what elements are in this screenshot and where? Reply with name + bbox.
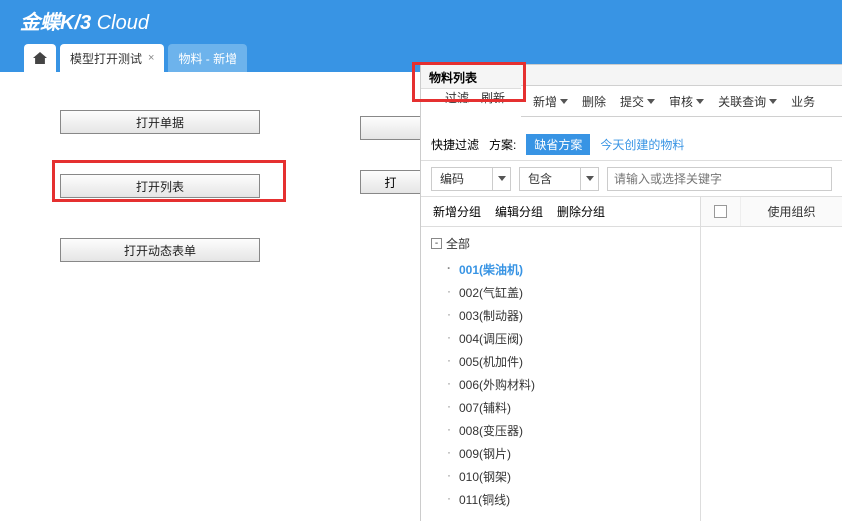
tree-item[interactable]: 010(钢架) <box>431 465 690 488</box>
toolbar-label: 新增 <box>533 93 557 110</box>
home-icon <box>33 52 47 64</box>
combo-value: 包含 <box>520 170 580 187</box>
open-list-button[interactable]: 打开列表 <box>60 174 260 198</box>
tree-item[interactable]: 004(调压阀) <box>431 327 690 350</box>
tab-label: 物料 - 新增 <box>178 50 237 67</box>
tree-root-label: 全部 <box>446 235 470 252</box>
toolbar-label: 关联查询 <box>718 93 766 110</box>
popup-toolbar: 新增 删除 提交 审核 关联查询 业务 <box>521 85 842 117</box>
toolbar-label: 提交 <box>620 93 644 110</box>
tree-header: 新增分组 编辑分组 删除分组 <box>421 197 700 227</box>
col-use-org[interactable]: 使用组织 <box>741 203 842 220</box>
chevron-down-icon <box>647 99 655 104</box>
edit-group[interactable]: 编辑分组 <box>495 203 543 220</box>
tab-material-new[interactable]: 物料 - 新增 <box>168 44 247 72</box>
search-bar: 编码 包含 <box>421 161 842 197</box>
chevron-down-icon[interactable] <box>492 168 510 190</box>
tree-root[interactable]: - 全部 <box>431 235 690 252</box>
search-input[interactable] <box>607 167 832 191</box>
collapse-icon[interactable]: - <box>431 238 442 249</box>
chevron-down-icon <box>769 99 777 104</box>
quick-filter-label: 快捷过滤 <box>431 136 479 153</box>
popup-body: 新增分组 编辑分组 删除分组 - 全部 001(柴油机)002(气缸盖)003(… <box>421 197 842 521</box>
grid-pane: 使用组织 <box>701 197 842 521</box>
open-bill-button[interactable]: 打开单据 <box>60 110 260 134</box>
field-combo[interactable]: 编码 <box>431 167 511 191</box>
partial-button-1[interactable] <box>360 116 420 140</box>
refresh-link[interactable]: 刷新 <box>481 89 505 109</box>
toolbar-new[interactable]: 新增 <box>529 93 572 110</box>
chevron-down-icon <box>696 99 704 104</box>
tree-item[interactable]: 009(钢片) <box>431 442 690 465</box>
tree-item[interactable]: 005(机加件) <box>431 350 690 373</box>
material-list-popup: 物料列表 过滤 刷新 新增 删除 提交 审核 关联查询 业务 快捷过滤 方案: … <box>420 64 842 521</box>
combo-value: 编码 <box>432 170 492 187</box>
tree-item[interactable]: 011(铜线) <box>431 488 690 511</box>
tree-item[interactable]: 002(气缸盖) <box>431 281 690 304</box>
scheme-today-link[interactable]: 今天创建的物料 <box>600 136 684 153</box>
app-logo: 金蝶K/3 Cloud <box>20 6 149 35</box>
toolbar-audit[interactable]: 审核 <box>665 93 708 110</box>
close-icon[interactable]: × <box>148 52 154 64</box>
filter-link[interactable]: 过滤 <box>445 89 469 109</box>
group-tree: - 全部 001(柴油机)002(气缸盖)003(制动器)004(调压阀)005… <box>421 227 700 519</box>
logo-brand: 金蝶K/3 <box>20 12 91 34</box>
checkbox-icon <box>714 205 727 218</box>
left-button-pane: 打开单据 打开列表 打开动态表单 <box>60 110 260 302</box>
add-group[interactable]: 新增分组 <box>433 203 481 220</box>
operator-combo[interactable]: 包含 <box>519 167 599 191</box>
scheme-default-tag[interactable]: 缺省方案 <box>526 134 590 155</box>
open-dynamic-form-button[interactable]: 打开动态表单 <box>60 238 260 262</box>
chevron-down-icon[interactable] <box>580 168 598 190</box>
app-header: 金蝶K/3 Cloud <box>0 0 842 40</box>
grid-header: 使用组织 <box>701 197 842 227</box>
tree-pane: 新增分组 编辑分组 删除分组 - 全部 001(柴油机)002(气缸盖)003(… <box>421 197 701 521</box>
tree-item[interactable]: 003(制动器) <box>431 304 690 327</box>
partial-button-2[interactable]: 打 <box>360 170 420 194</box>
logo-suffix: Cloud <box>97 12 149 34</box>
tree-item[interactable]: 007(辅料) <box>431 396 690 419</box>
toolbar-submit[interactable]: 提交 <box>616 93 659 110</box>
select-all-cell[interactable] <box>701 197 741 226</box>
tab-label: 模型打开测试 <box>70 50 142 67</box>
delete-group[interactable]: 删除分组 <box>557 203 605 220</box>
toolbar-label: 审核 <box>669 93 693 110</box>
toolbar-label: 业务 <box>791 93 815 110</box>
chevron-down-icon <box>560 99 568 104</box>
toolbar-delete[interactable]: 删除 <box>578 93 610 110</box>
toolbar-related-query[interactable]: 关联查询 <box>714 93 781 110</box>
tree-item[interactable]: 008(变压器) <box>431 419 690 442</box>
home-tab[interactable] <box>24 44 56 72</box>
tree-item[interactable]: 006(外购材料) <box>431 373 690 396</box>
toolbar-label: 删除 <box>582 93 606 110</box>
toolbar-business[interactable]: 业务 <box>787 93 819 110</box>
tree-item[interactable]: 001(柴油机) <box>431 258 690 281</box>
tab-model-open-test[interactable]: 模型打开测试 × <box>60 44 164 72</box>
filter-bar: 快捷过滤 方案: 缺省方案 今天创建的物料 <box>421 129 842 161</box>
scheme-label: 方案: <box>489 136 516 153</box>
